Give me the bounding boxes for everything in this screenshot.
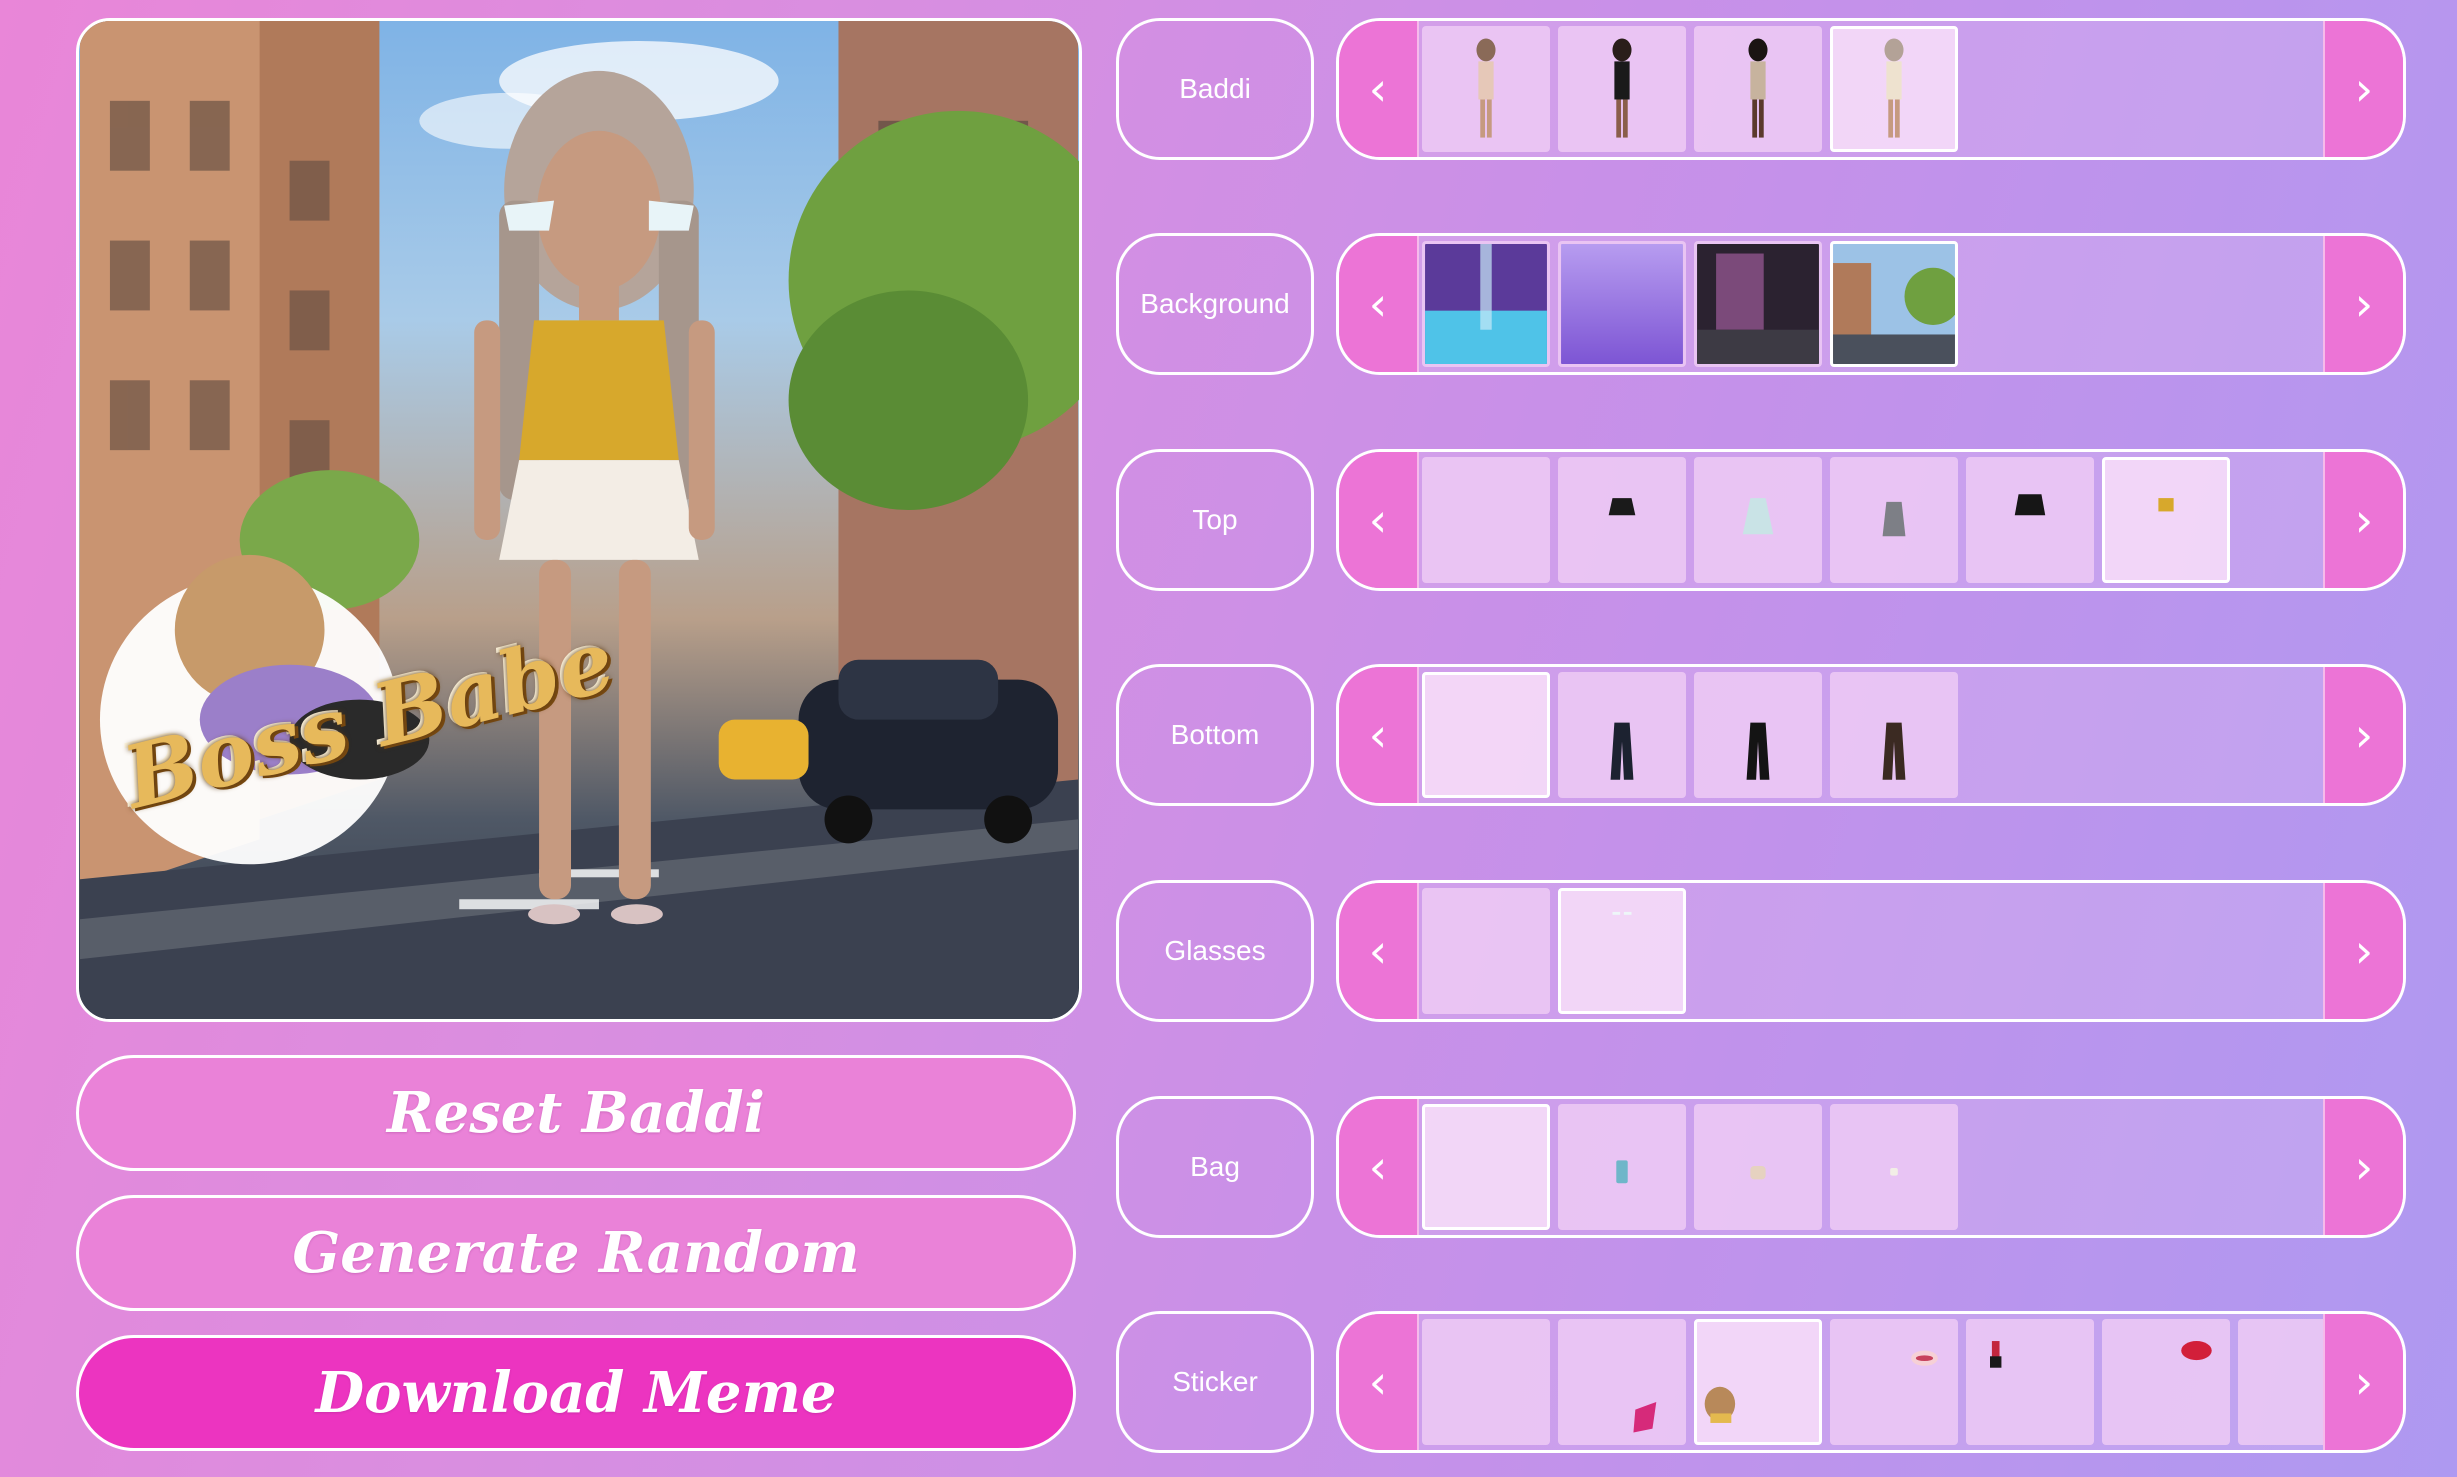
carousel-bottom: ‹ › (1336, 664, 2406, 806)
thumb-lipstick-sticker[interactable] (1966, 1319, 2094, 1445)
thumb-boss-babe-sticker[interactable] (1694, 1319, 1822, 1445)
meme-preview: Boss Babe (76, 18, 1082, 1022)
carousel-prev-arrow-icon[interactable]: ‹ (1339, 667, 1419, 803)
thumb-black-jacket[interactable] (1558, 457, 1686, 583)
carousel-next-arrow-icon[interactable]: › (2323, 21, 2403, 157)
carousel-prev-arrow-icon[interactable]: ‹ (1339, 1314, 1419, 1450)
carousel-next-arrow-icon[interactable]: › (2323, 883, 2403, 1019)
category-row-baddi: Baddi ‹ › (1116, 18, 2406, 160)
thumb-small-bag[interactable] (1830, 1104, 1958, 1230)
thumb-blue-bag[interactable] (1558, 1104, 1686, 1230)
category-row-bottom: Bottom ‹ › (1116, 664, 2406, 806)
thumb-red-lips-sticker[interactable] (2102, 1319, 2230, 1445)
carousel-next-arrow-icon[interactable]: › (2323, 236, 2403, 372)
carousel-prev-arrow-icon[interactable]: ‹ (1339, 883, 1419, 1019)
carousel-prev-arrow-icon[interactable]: ‹ (1339, 452, 1419, 588)
thumb-patterned-top[interactable] (1830, 457, 1958, 583)
category-label-glasses[interactable]: Glasses (1116, 880, 1314, 1022)
category-row-top: Top ‹ › (1116, 449, 2406, 591)
thumb-doll-2[interactable] (1558, 26, 1686, 152)
reset-baddi-button[interactable]: Reset Baddi (76, 1055, 1076, 1171)
carousel-bag: ‹ › (1336, 1096, 2406, 1238)
thumb-flare-pants-brown[interactable] (1830, 672, 1958, 798)
generate-random-button[interactable]: Generate Random (76, 1195, 1076, 1311)
thumb-purple-gradient[interactable] (1558, 241, 1686, 367)
category-row-bag: Bag ‹ › (1116, 1096, 2406, 1238)
download-meme-button[interactable]: Download Meme (76, 1335, 1076, 1451)
thumb-flare-pants-black[interactable] (1694, 672, 1822, 798)
thumb-pool-scene[interactable] (1422, 241, 1550, 367)
thumb-flare-pants-dark[interactable] (1558, 672, 1686, 798)
thumb-dark-room[interactable] (1694, 241, 1822, 367)
category-row-glasses: Glasses ‹ › (1116, 880, 2406, 1022)
category-label-top[interactable]: Top (1116, 449, 1314, 591)
thumb-glasses-none[interactable] (1422, 888, 1550, 1014)
carousel-next-arrow-icon[interactable]: › (2323, 1314, 2403, 1450)
thumb-lips-sticker[interactable] (1830, 1319, 1958, 1445)
category-label-bottom[interactable]: Bottom (1116, 664, 1314, 806)
thumb-doll-3[interactable] (1694, 26, 1822, 152)
preview-scene (80, 21, 1079, 1019)
thumb-beige-bag[interactable] (1694, 1104, 1822, 1230)
thumb-fire-sticker[interactable] (1558, 1319, 1686, 1445)
thumb-black-crop[interactable] (1966, 457, 2094, 583)
thumb-light-dress[interactable] (1694, 457, 1822, 583)
carousel-prev-arrow-icon[interactable]: ‹ (1339, 21, 1419, 157)
carousel-baddi: ‹ › (1336, 18, 2406, 160)
category-label-baddi[interactable]: Baddi (1116, 18, 1314, 160)
carousel-top: ‹ › (1336, 449, 2406, 591)
carousel-prev-arrow-icon[interactable]: ‹ (1339, 236, 1419, 372)
thumb-top-none[interactable] (1422, 457, 1550, 583)
carousel-next-arrow-icon[interactable]: › (2323, 452, 2403, 588)
carousel-next-arrow-icon[interactable]: › (2323, 1099, 2403, 1235)
carousel-prev-arrow-icon[interactable]: ‹ (1339, 1099, 1419, 1235)
thumb-sticker-none[interactable] (1422, 1319, 1550, 1445)
thumb-bottom-none[interactable] (1422, 672, 1550, 798)
thumb-white-glasses[interactable] (1558, 888, 1686, 1014)
thumb-bag-none[interactable] (1422, 1104, 1550, 1230)
carousel-next-arrow-icon[interactable]: › (2323, 667, 2403, 803)
thumb-doll-4[interactable] (1830, 26, 1958, 152)
category-row-sticker: Sticker ‹ › (1116, 1311, 2406, 1453)
carousel-sticker: ‹ › (1336, 1311, 2406, 1453)
thumb-doll-1[interactable] (1422, 26, 1550, 152)
carousel-glasses: ‹ › (1336, 880, 2406, 1022)
category-label-sticker[interactable]: Sticker (1116, 1311, 1314, 1453)
thumb-city-street[interactable] (1830, 241, 1958, 367)
category-label-background[interactable]: Background (1116, 233, 1314, 375)
carousel-background: ‹ › (1336, 233, 2406, 375)
category-label-bag[interactable]: Bag (1116, 1096, 1314, 1238)
thumb-gold-top[interactable] (2102, 457, 2230, 583)
category-row-background: Background ‹ › (1116, 233, 2406, 375)
